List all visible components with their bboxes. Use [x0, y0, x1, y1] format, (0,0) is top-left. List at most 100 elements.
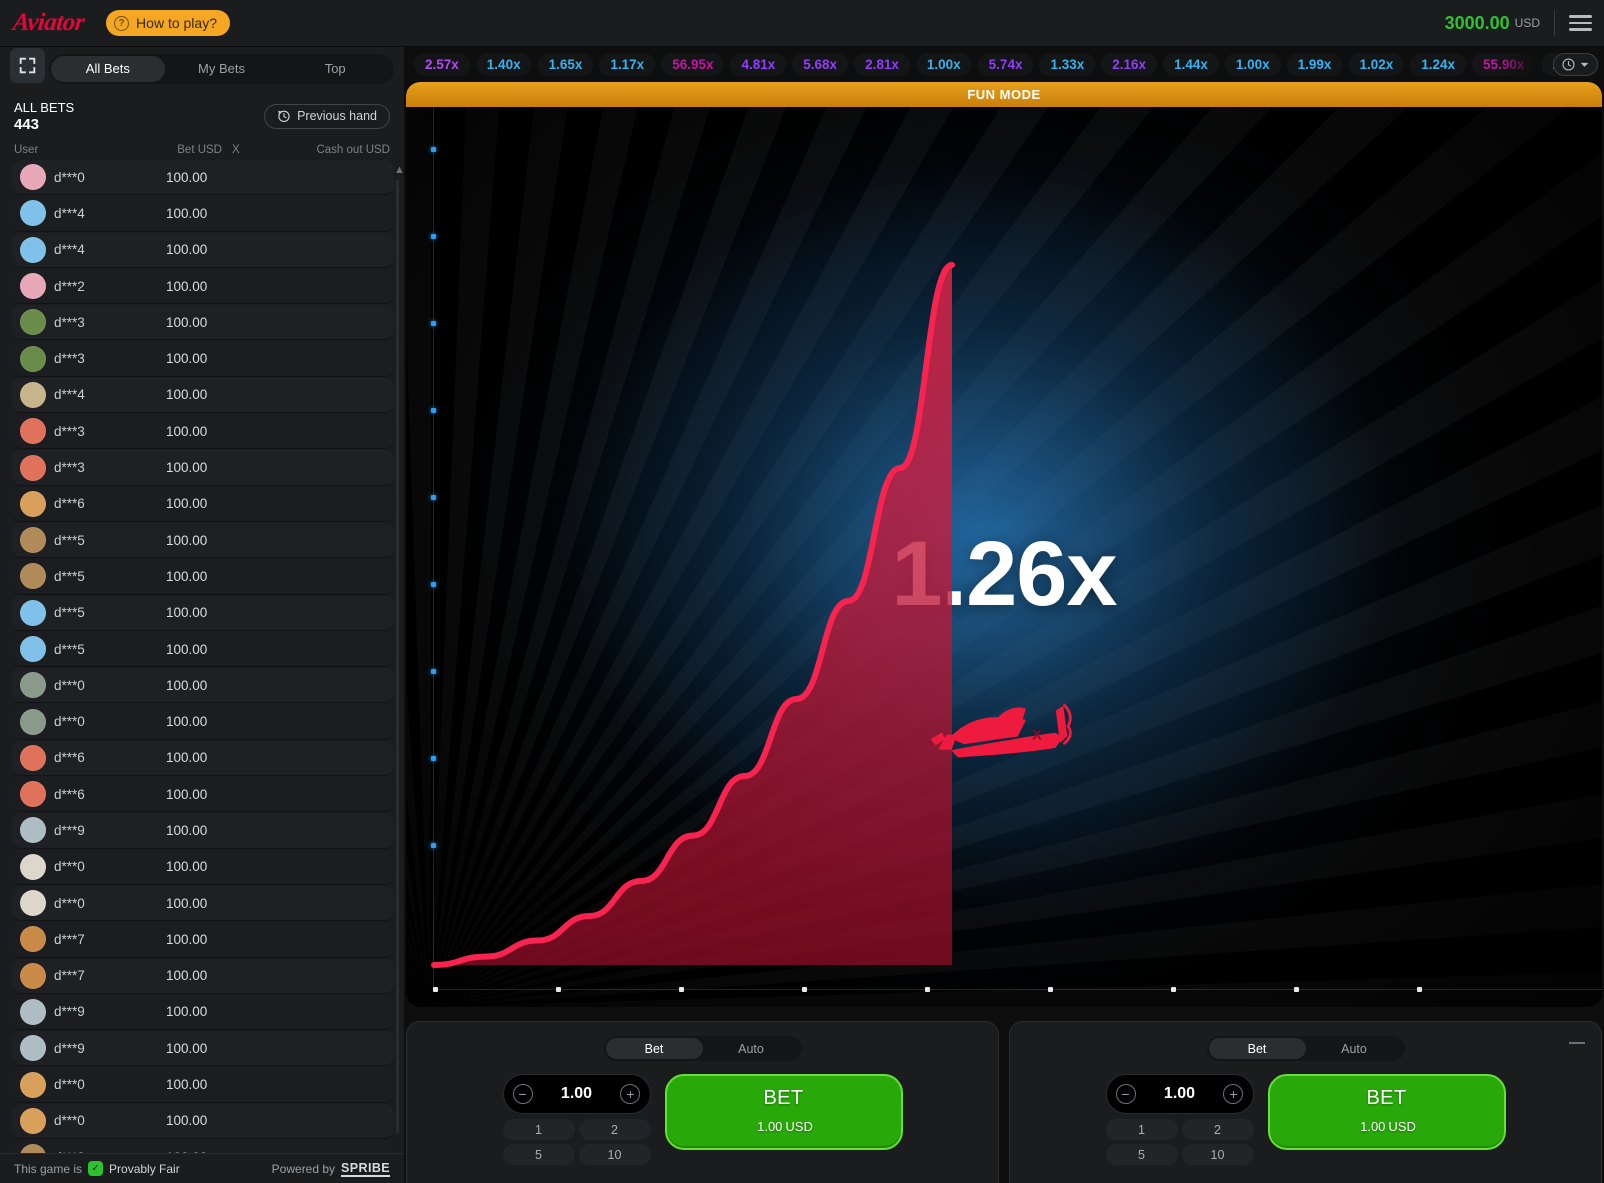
table-row[interactable]: d***4 100.00 — [12, 377, 394, 414]
table-row[interactable]: d***6 100.00 — [12, 740, 394, 777]
table-row[interactable]: d***6 100.00 — [12, 777, 394, 813]
y-axis-dot — [431, 582, 436, 587]
bet-amount-value[interactable]: 1.00 — [561, 1085, 592, 1103]
avatar — [20, 1107, 46, 1134]
bet-amount: 100.00 — [166, 968, 208, 984]
history-multiplier[interactable]: 1.00x — [915, 53, 972, 76]
fullscreen-icon[interactable] — [10, 48, 45, 83]
tab-all-bets[interactable]: All Bets — [51, 55, 165, 82]
history-multiplier[interactable]: 1.65x — [537, 53, 594, 76]
avatar — [20, 744, 46, 771]
table-row[interactable]: d***0 100.00 — [12, 668, 394, 704]
table-row[interactable]: d***3 100.00 — [12, 305, 394, 341]
table-row[interactable]: d***0 100.00 — [12, 885, 394, 922]
provably-fair-link[interactable]: Provably Fair — [109, 1162, 180, 1176]
table-row[interactable]: d***0 100.00 — [12, 1103, 394, 1140]
history-multiplier[interactable]: 5.74x — [977, 53, 1034, 76]
game-stage: 1.26x X — [406, 107, 1602, 1007]
place-bet-button[interactable]: BET 1.00 USD — [1267, 1074, 1506, 1150]
place-bet-button[interactable]: BET 1.00 USD — [664, 1074, 903, 1150]
bets-scrollbar[interactable]: ▲ — [394, 164, 404, 1149]
plus-circle-icon[interactable]: + — [1223, 1084, 1244, 1104]
table-row[interactable]: d***7 100.00 — [12, 922, 394, 958]
bet-button-label: BET — [1366, 1087, 1407, 1109]
table-row[interactable]: d***4 100.00 — [12, 196, 394, 232]
how-to-play-button[interactable]: ? How to play? — [106, 10, 230, 36]
tab-top[interactable]: Top — [278, 56, 392, 82]
scroll-track[interactable] — [396, 180, 399, 1133]
tab-auto[interactable]: Auto — [703, 1038, 800, 1059]
table-row[interactable]: d***7 100.00 — [12, 958, 394, 994]
quick-amount-1[interactable]: 1 — [1105, 1119, 1178, 1140]
table-row[interactable]: d***5 100.00 — [12, 559, 394, 595]
previous-hand-button[interactable]: Previous hand — [264, 103, 390, 129]
history-multiplier[interactable]: 1.40x — [475, 53, 532, 76]
bet-button-label: BET — [763, 1087, 804, 1109]
scroll-up-icon[interactable]: ▲ — [394, 164, 404, 176]
table-row[interactable]: d***9 100.00 — [12, 994, 394, 1031]
column-user: User — [14, 144, 39, 156]
powered-by-label: Powered by — [271, 1161, 336, 1176]
sidebar-footer: This game is ✓ Provably Fair Powered by … — [0, 1153, 404, 1183]
table-row[interactable]: d***0 100.00 — [12, 160, 394, 196]
x-axis-dot — [1171, 987, 1176, 992]
bet-amount: 100.00 — [166, 387, 208, 403]
table-row[interactable]: d***3 100.00 — [12, 450, 394, 486]
table-row[interactable]: d***4 100.00 — [12, 232, 394, 268]
history-multiplier[interactable]: 2.81x — [854, 53, 910, 76]
bet-user: d***6 — [54, 750, 85, 766]
tab-bet[interactable]: Bet — [1208, 1038, 1306, 1059]
table-row[interactable]: d***9 100.00 — [12, 813, 394, 849]
minus-circle-icon[interactable]: − — [512, 1084, 533, 1104]
bet-amount-value[interactable]: 1.00 — [1164, 1085, 1195, 1103]
history-multiplier[interactable]: 2.16x — [1101, 53, 1158, 76]
avatar — [20, 781, 46, 808]
history-multiplier[interactable]: 1.33x — [1039, 53, 1096, 76]
history-multiplier[interactable]: 1.17x — [599, 53, 656, 76]
bet-user: d***8 — [54, 1150, 166, 1153]
quick-amount-10[interactable]: 10 — [578, 1144, 651, 1165]
column-bet: Bet USD — [177, 144, 222, 156]
quick-amount-5[interactable]: 5 — [1105, 1144, 1178, 1165]
table-row[interactable]: d***5 100.00 — [12, 595, 394, 631]
table-row[interactable]: d***2 100.00 — [12, 268, 394, 305]
history-multiplier[interactable]: 1.02x — [1348, 53, 1405, 76]
history-multiplier[interactable]: 2.57x — [414, 53, 470, 76]
table-row[interactable]: d***8100.00 — [12, 1140, 394, 1153]
history-multiplier[interactable]: 1.99x — [1286, 53, 1343, 76]
history-multiplier[interactable]: 4.81x — [730, 53, 787, 76]
quick-amount-10[interactable]: 10 — [1181, 1144, 1254, 1165]
avatar — [20, 998, 46, 1025]
tab-my-bets[interactable]: My Bets — [165, 56, 279, 82]
table-row[interactable]: d***0 100.00 — [12, 704, 394, 740]
minus-circle-icon[interactable]: − — [1115, 1084, 1136, 1104]
avatar — [20, 708, 46, 735]
bets-list[interactable]: d***0 100.00 d***4 100.00 d***4 100.00 d***2 10… — [0, 160, 404, 1153]
history-multiplier[interactable]: 5.68x — [792, 53, 849, 76]
bet-amount: 100.00 — [166, 496, 208, 512]
table-row[interactable]: d***3 100.00 — [12, 341, 394, 377]
quick-amount-2[interactable]: 2 — [578, 1119, 651, 1140]
table-row[interactable]: d***9 100.00 — [12, 1031, 394, 1067]
bet-panels: Bet Auto −1.00 +1 2 5 10 BET 1.00 USD Bet Auto −1.00… — [404, 1021, 1604, 1183]
history-toggle-button[interactable] — [1553, 53, 1598, 76]
history-multiplier[interactable]: 1.24x — [1410, 53, 1467, 76]
tab-auto[interactable]: Auto — [1306, 1038, 1403, 1059]
plus-circle-icon[interactable]: + — [620, 1084, 641, 1104]
table-row[interactable]: d***0 100.00 — [12, 1067, 394, 1103]
history-multiplier[interactable]: 1.00x — [1224, 53, 1281, 76]
quick-amount-1[interactable]: 1 — [502, 1119, 575, 1140]
table-row[interactable]: d***6 100.00 — [12, 486, 394, 522]
table-row[interactable]: d***0 100.00 — [12, 849, 394, 885]
bet-user: d***3 — [54, 460, 85, 476]
tab-bet[interactable]: Bet — [605, 1038, 703, 1059]
table-row[interactable]: d***5 100.00 — [12, 522, 394, 559]
quick-amount-2[interactable]: 2 — [1181, 1119, 1254, 1140]
table-row[interactable]: d***5 100.00 — [12, 631, 394, 668]
minimize-icon[interactable] — [1569, 1042, 1585, 1044]
history-multiplier[interactable]: 1.44x — [1163, 53, 1219, 76]
table-row[interactable]: d***3 100.00 — [12, 414, 394, 450]
quick-amount-5[interactable]: 5 — [502, 1144, 575, 1165]
hamburger-menu-icon[interactable] — [1569, 15, 1592, 31]
history-multiplier[interactable]: 56.95x — [661, 53, 725, 76]
